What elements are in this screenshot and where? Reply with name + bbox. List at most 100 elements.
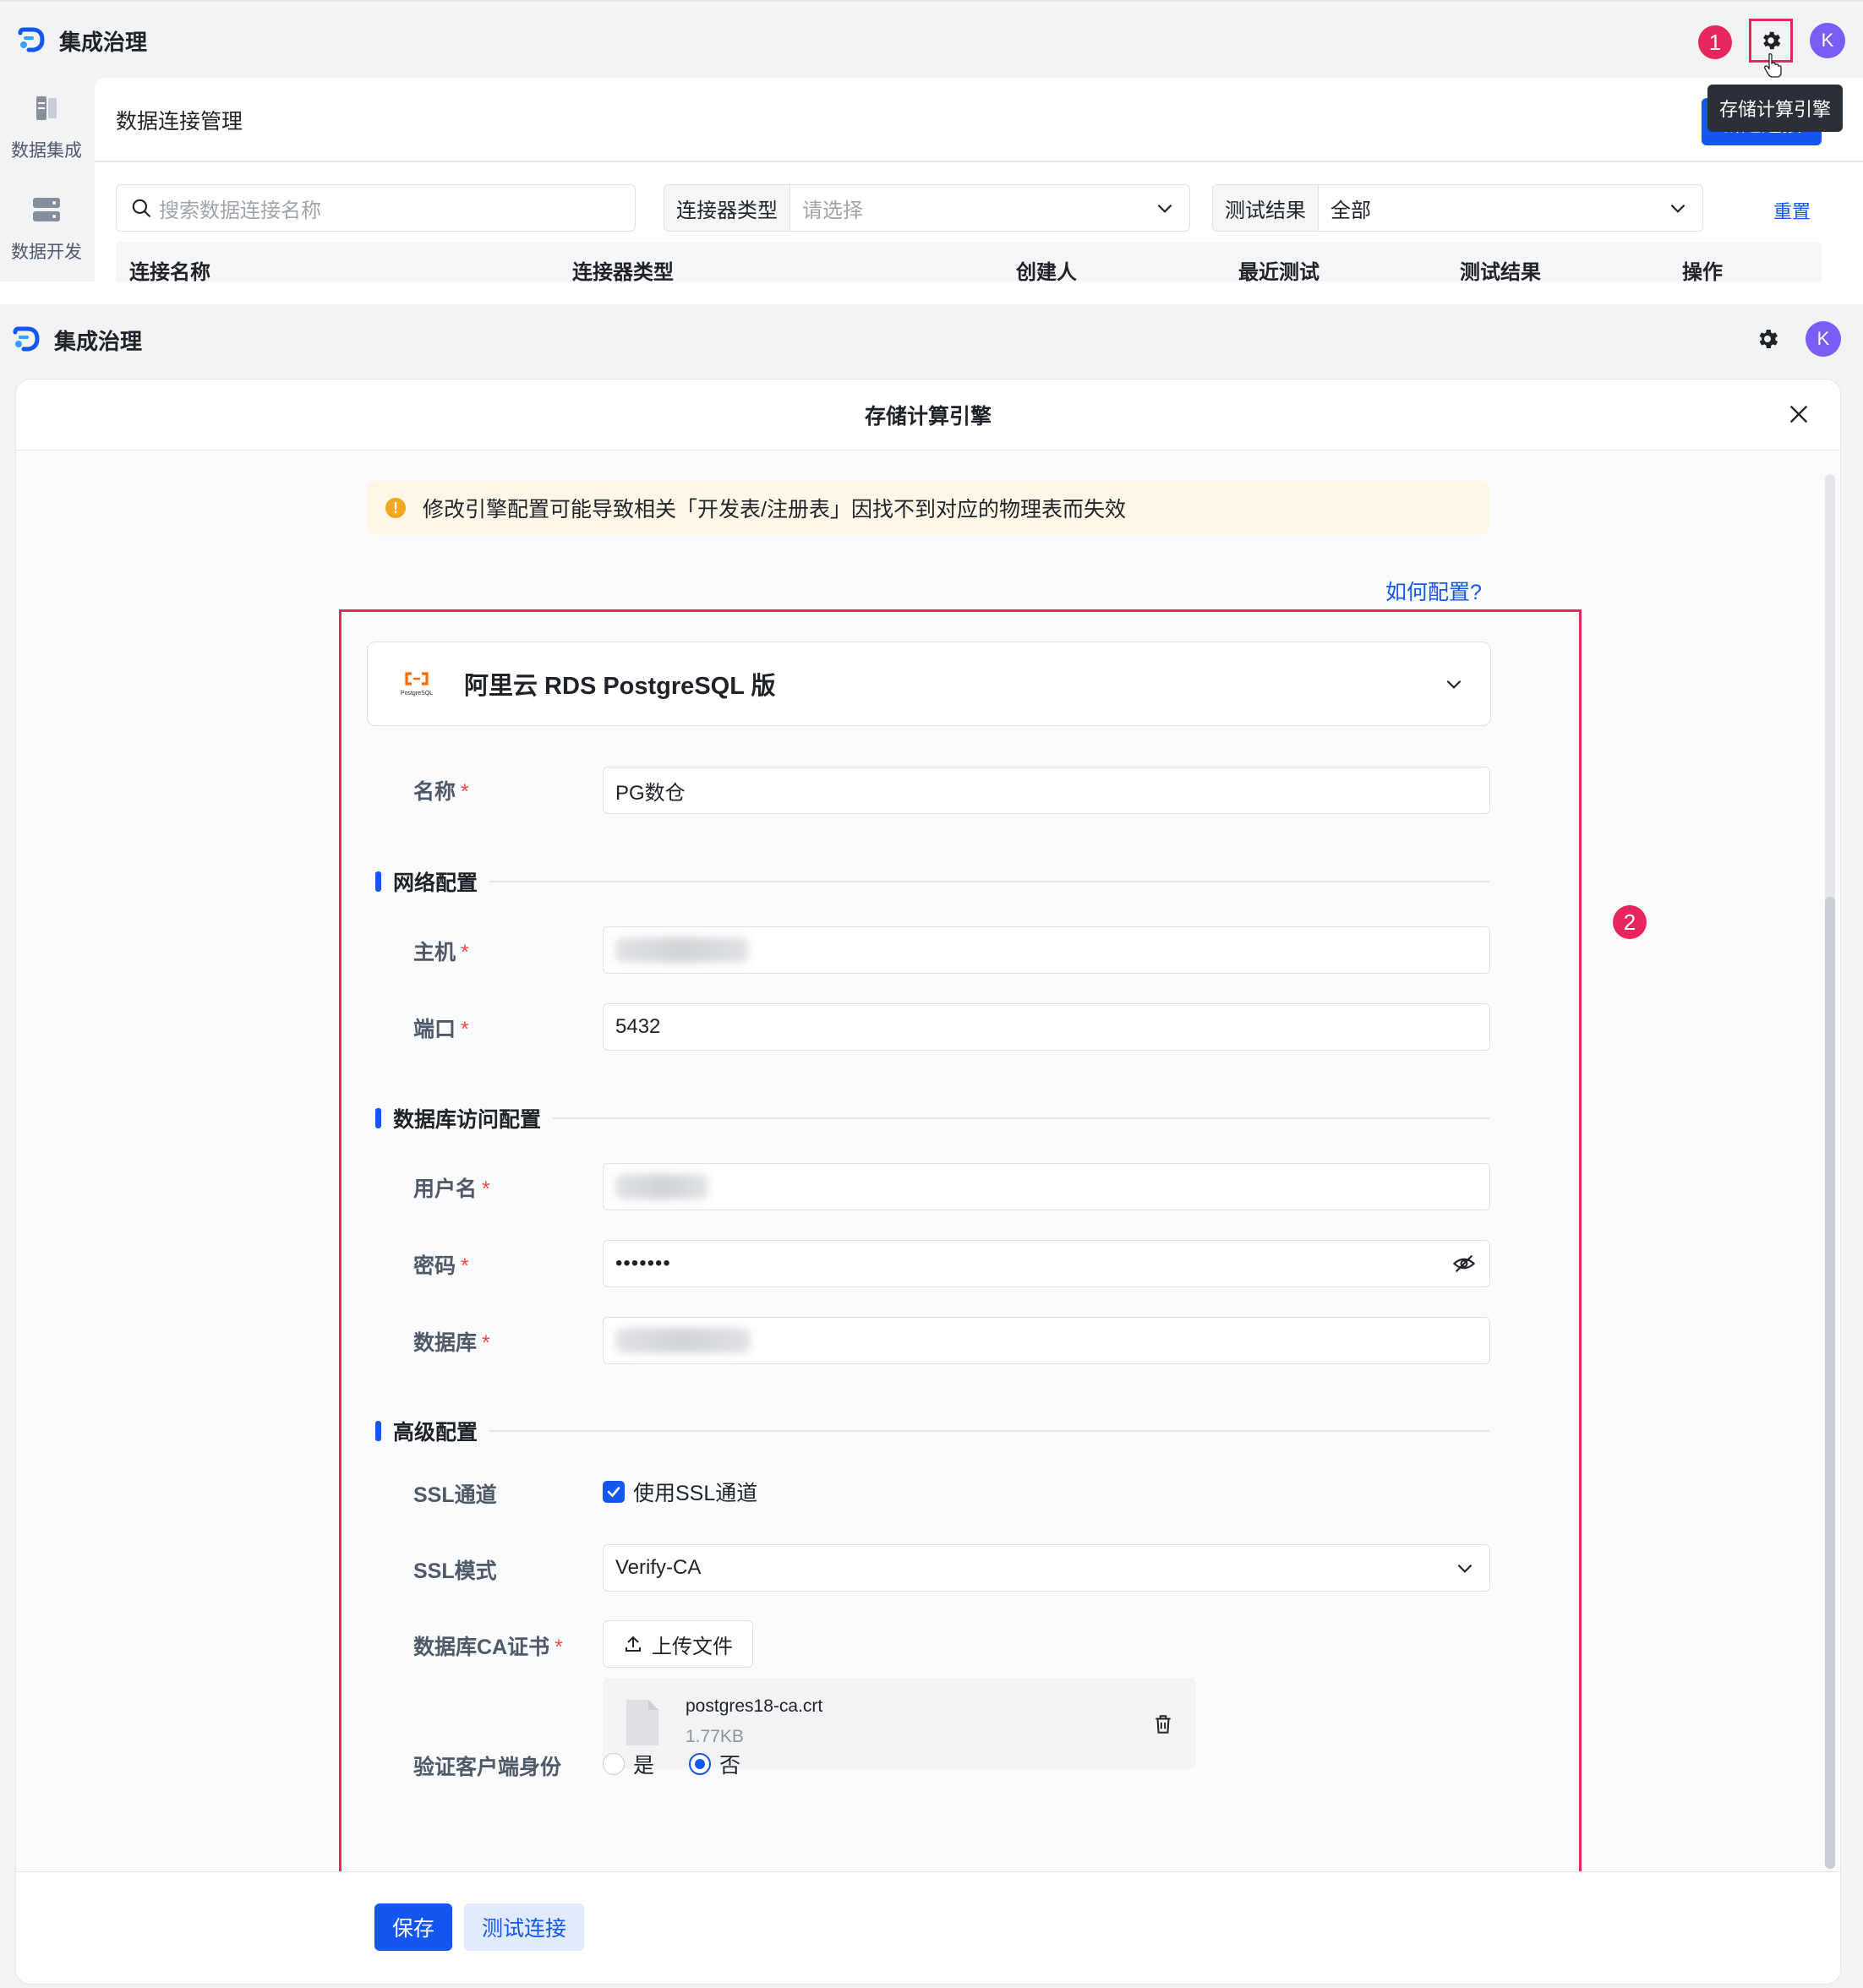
gear-icon <box>1763 31 1781 50</box>
database-label: 数据库 * <box>413 1331 490 1355</box>
file-name: postgres18-ca.crt <box>686 1696 823 1716</box>
step-marker-1: 1 <box>1698 25 1732 59</box>
ssl-mode-value: Verify-CA <box>615 1556 702 1579</box>
pointer-cursor-icon <box>1764 53 1782 78</box>
upload-button-label: 上传文件 <box>652 1635 733 1658</box>
th-last-test: 最近测试 <box>1238 261 1319 281</box>
app-title: 集成治理 <box>54 329 143 354</box>
reset-link[interactable]: 重置 <box>1773 197 1811 224</box>
password-value: ••••••• <box>615 1252 671 1275</box>
database-input[interactable] <box>603 1317 1490 1364</box>
network-section: 网络配置 <box>375 866 1489 897</box>
file-size: 1.77KB <box>686 1727 744 1746</box>
username-label: 用户名 * <box>413 1177 490 1201</box>
chevron-down-icon <box>1670 204 1685 213</box>
ssl-checkbox-label: 使用SSL通道 <box>633 1482 758 1505</box>
password-input[interactable]: ••••••• <box>603 1240 1490 1287</box>
engine-name: 阿里云 RDS PostgreSQL 版 <box>464 673 776 700</box>
client-auth-label: 验证客户端身份 <box>413 1756 562 1779</box>
connector-type-label: 连接器类型 <box>664 185 790 231</box>
warning-text: 修改引擎配置可能导致相关「开发表/注册表」因找不到对应的物理表而失效 <box>423 498 1126 522</box>
data-integration-icon <box>36 96 57 120</box>
connector-type-placeholder: 请选择 <box>802 199 863 222</box>
scrollbar-thumb[interactable] <box>1825 897 1835 1869</box>
step-marker-2: 2 <box>1613 905 1647 939</box>
th-test-result: 测试结果 <box>1460 261 1541 281</box>
th-actions: 操作 <box>1682 261 1723 281</box>
client-auth-yes-radio[interactable]: 是 <box>603 1749 654 1779</box>
bottom-screenshot: 集成治理 K 存储计算引擎 ! 修改引擎配置可能导致相关「开发表/注册表」因找不… <box>0 304 1863 1988</box>
test-result-select[interactable]: 测试结果 全部 <box>1212 184 1703 232</box>
logo-icon <box>13 326 40 351</box>
app-title: 集成治理 <box>59 30 148 55</box>
engine-type-select[interactable]: PostgreSQL 阿里云 RDS PostgreSQL 版 <box>367 642 1491 726</box>
app-logo[interactable]: 集成治理 <box>17 25 147 57</box>
password-label: 密码 * <box>413 1254 469 1278</box>
data-dev-icon <box>33 198 60 221</box>
search-input[interactable]: 搜索数据连接名称 <box>116 184 636 232</box>
ssl-checkbox[interactable]: 使用SSL通道 <box>603 1477 757 1507</box>
trash-icon[interactable] <box>1152 1713 1174 1735</box>
eye-off-icon[interactable] <box>1452 1252 1476 1275</box>
chevron-down-icon <box>1157 204 1172 213</box>
redacted-value <box>615 937 749 963</box>
test-result-label: 测试结果 <box>1213 185 1319 231</box>
check-icon <box>603 1481 625 1503</box>
ssl-mode-label: SSL模式 <box>413 1559 497 1583</box>
user-avatar[interactable]: K <box>1810 23 1845 58</box>
sidebar-item-data-development[interactable]: 数据开发 <box>0 194 93 264</box>
chevron-down-icon <box>1446 680 1461 689</box>
top-screenshot: 集成治理 1 K 数据集成 数据开发 数据连接管理 新建连接 <box>0 0 1863 281</box>
test-result-value: 全部 <box>1330 199 1371 222</box>
db-access-section: 数据库访问配置 <box>375 1103 1489 1133</box>
port-input[interactable]: 5432 <box>603 1003 1490 1051</box>
modal-scrollbar[interactable] <box>1825 474 1835 1869</box>
save-button[interactable]: 保存 <box>374 1903 452 1951</box>
storage-engine-modal: 存储计算引擎 ! 修改引擎配置可能导致相关「开发表/注册表」因找不到对应的物理表… <box>15 379 1841 1985</box>
search-icon <box>132 199 150 217</box>
host-input[interactable] <box>603 926 1490 974</box>
chevron-down-icon <box>1457 1564 1472 1573</box>
user-avatar[interactable]: K <box>1806 321 1841 357</box>
gear-tooltip: 存储计算引擎 <box>1707 85 1844 132</box>
table-header: 连接名称 连接器类型 创建人 最近测试 测试结果 操作 <box>116 242 1822 281</box>
name-input[interactable]: PG数仓 <box>603 767 1490 814</box>
upload-file-button[interactable]: 上传文件 <box>603 1620 753 1668</box>
upload-icon <box>626 1636 641 1652</box>
port-label: 端口 * <box>413 1018 469 1041</box>
th-connection-name: 连接名称 <box>129 261 210 281</box>
page-title: 数据连接管理 <box>116 110 243 134</box>
gear-icon[interactable] <box>1755 326 1780 352</box>
advanced-section: 高级配置 <box>375 1416 1489 1446</box>
ssl-label: SSL通道 <box>413 1483 497 1507</box>
help-link[interactable]: 如何配置? <box>1385 576 1482 606</box>
test-connection-button[interactable]: 测试连接 <box>464 1903 584 1951</box>
warning-banner: ! 修改引擎配置可能导致相关「开发表/注册表」因找不到对应的物理表而失效 <box>367 481 1489 535</box>
radio-unchecked <box>603 1753 625 1775</box>
redacted-value <box>615 1174 708 1199</box>
username-input[interactable] <box>603 1163 1490 1210</box>
th-connector-type: 连接器类型 <box>572 261 674 281</box>
modal-title: 存储计算引擎 <box>16 380 1840 451</box>
redacted-value <box>615 1328 751 1353</box>
name-label: 名称 * <box>413 780 469 804</box>
modal-footer: 保存 测试连接 <box>16 1871 1840 1984</box>
client-auth-no-radio[interactable]: 否 <box>689 1749 740 1779</box>
logo-icon <box>18 27 45 52</box>
postgresql-logo-icon: PostgreSQL <box>400 671 434 696</box>
radio-checked <box>689 1753 711 1775</box>
ssl-mode-select[interactable]: Verify-CA <box>603 1544 1490 1592</box>
file-icon <box>626 1700 658 1745</box>
ca-cert-label: 数据库CA证书 * <box>413 1636 563 1659</box>
connector-type-select[interactable]: 连接器类型 请选择 <box>664 184 1190 232</box>
sidebar-item-label: 数据集成 <box>11 141 82 161</box>
host-label: 主机 * <box>413 941 469 964</box>
close-icon[interactable] <box>1788 403 1810 425</box>
sidebar-item-label: 数据开发 <box>11 243 82 262</box>
search-placeholder: 搜索数据连接名称 <box>159 199 321 222</box>
th-creator: 创建人 <box>1016 261 1077 281</box>
divider <box>95 161 1863 162</box>
connection-management-card: 数据连接管理 新建连接 搜索数据连接名称 连接器类型 请选择 测试结果 全部 重… <box>95 78 1863 281</box>
app-logo[interactable]: 集成治理 <box>12 325 142 356</box>
sidebar-item-data-integration[interactable]: 数据集成 <box>0 93 93 162</box>
